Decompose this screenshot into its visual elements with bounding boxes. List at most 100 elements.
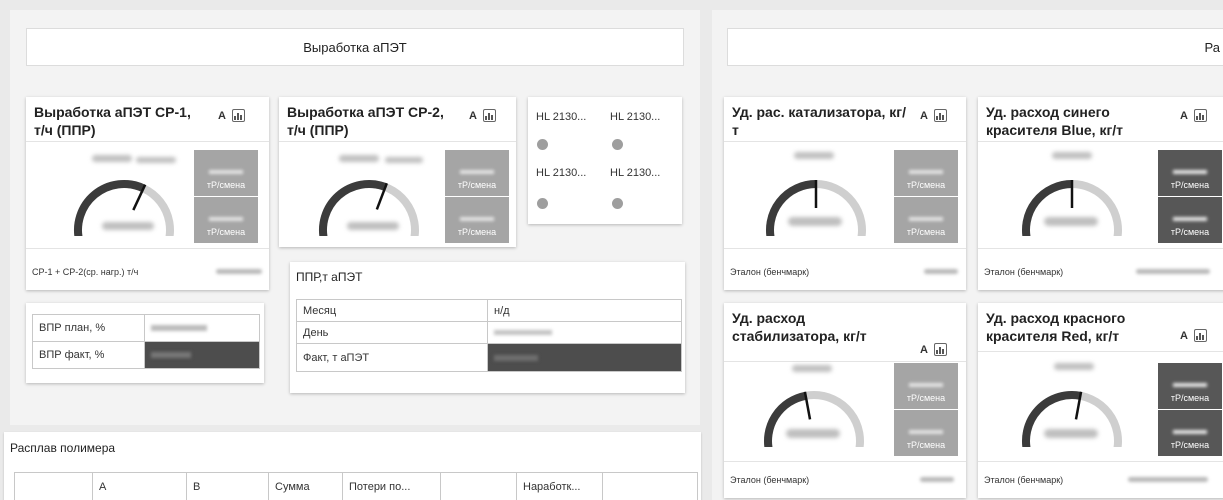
a-toggle-button[interactable]: А <box>218 110 226 122</box>
ppr-row-label: Месяц <box>296 299 488 322</box>
card-ppr: ППР,т аПЭТ Месяц н/д День Факт, т аПЭТ <box>290 262 685 393</box>
chart-icon[interactable] <box>482 109 496 122</box>
chart-icon[interactable] <box>231 109 245 122</box>
ppr-row-value <box>487 343 682 372</box>
hl-item: HL 2130... <box>536 167 587 179</box>
card-cp1-value-blurred <box>136 157 176 163</box>
card-catalyst-value-blurred <box>794 152 834 159</box>
card-blue-gauge-value <box>1044 217 1098 226</box>
card-stabilizer-plan-box: тР/смена <box>894 363 958 409</box>
card-cp1-footer-label: СР-1 + СР-2(ср. нагр.) т/ч <box>32 267 139 277</box>
card-cp2-divider <box>279 141 516 142</box>
table-row: Месяц н/д <box>296 299 682 322</box>
melt-title: Расплав полимера <box>10 441 116 455</box>
card-cp2-gauge-value <box>347 222 399 230</box>
card-red-divider <box>978 351 1223 352</box>
chart-icon[interactable] <box>933 109 947 122</box>
card-cp1-fact-box: тР/смена <box>194 197 258 243</box>
a-toggle-button[interactable]: А <box>469 110 477 122</box>
card-cp2-controls: А <box>469 109 496 122</box>
melt-col-header: Наработк... <box>516 472 603 500</box>
card-cp2-value-blurred <box>339 155 379 162</box>
card-blue-fact-box: тР/смена <box>1158 197 1222 243</box>
card-red-footer-divider <box>978 461 1223 462</box>
card-catalyst: Уд. рас. катализатора, кг/т А тР/смена т… <box>724 97 966 290</box>
card-red-gauge-value <box>1044 429 1098 438</box>
table-row: ВПР план, % <box>32 314 260 342</box>
card-stabilizer-gauge-value <box>786 429 840 438</box>
table-row: ВПР факт, % <box>32 341 260 369</box>
a-toggle-button[interactable]: А <box>1180 110 1188 122</box>
card-cp1-controls: А <box>218 109 245 122</box>
card-blue-plan-box: тР/смена <box>1158 150 1222 196</box>
ppr-title: ППР,т аПЭТ <box>296 270 363 284</box>
a-toggle-button[interactable]: А <box>1180 330 1188 342</box>
card-blue-value-blurred <box>1052 152 1092 159</box>
card-stabilizer-value-blurred <box>792 365 832 372</box>
hl-item: HL 2130... <box>610 111 661 123</box>
melt-col-header: А <box>92 472 187 500</box>
card-catalyst-title: Уд. рас. катализатора, кг/т <box>732 104 906 138</box>
gauge-fill <box>1022 391 1082 447</box>
hl-item: HL 2130... <box>536 111 587 123</box>
a-toggle-button[interactable]: А <box>920 344 928 356</box>
card-hl: HL 2130... HL 2130... HL 2130... HL 2130… <box>528 97 682 224</box>
left-section-header: Выработка аПЭТ <box>26 28 684 66</box>
card-blue: Уд. расход синего красителя Blue, кг/т А… <box>978 97 1223 290</box>
card-blue-title: Уд. расход синего красителя Blue, кг/т <box>986 104 1124 138</box>
card-cp1: Выработка аПЭТ СР-1, т/ч (ППР) А тР/смен… <box>26 97 269 290</box>
card-red-footer-label: Эталон (бенчмарк) <box>984 475 1064 485</box>
a-toggle-button[interactable]: А <box>920 110 928 122</box>
card-cp2: Выработка аПЭТ СР-2, т/ч (ППР) А тР/смен… <box>279 97 516 247</box>
card-cp1-divider <box>26 141 269 142</box>
card-stabilizer-title: Уд. расход стабилизатора, кг/т <box>732 310 867 344</box>
ppr-row-value: н/д <box>487 299 682 322</box>
card-catalyst-footer-divider <box>724 248 966 249</box>
card-stabilizer-footer-value <box>920 477 954 482</box>
card-red-value-blurred <box>1054 363 1094 370</box>
ppr-row-label: Факт, т аПЭТ <box>296 343 488 372</box>
vpr-fact-value <box>144 341 260 369</box>
melt-col-header: Потери по... <box>342 472 441 500</box>
chart-icon[interactable] <box>1193 109 1207 122</box>
card-catalyst-gauge-value <box>788 217 842 226</box>
gauge-fill <box>1022 180 1073 236</box>
hl-status-dot <box>537 198 548 209</box>
card-stabilizer-controls: А <box>920 343 947 356</box>
vpr-plan-value <box>144 314 260 342</box>
card-stabilizer: Уд. расход стабилизатора, кг/т А тР/смен… <box>724 303 966 498</box>
card-cp1-value-blurred <box>92 155 132 162</box>
chart-icon[interactable] <box>1193 329 1207 342</box>
card-blue-footer-label: Эталон (бенчмарк) <box>984 267 1064 277</box>
card-cp2-plan-box: тР/смена <box>445 150 509 196</box>
card-melt: Расплав полимера А В Сумма Потери по... … <box>4 432 701 500</box>
hl-status-dot <box>537 139 548 150</box>
card-catalyst-plan-box: тР/смена <box>894 150 958 196</box>
table-row: День <box>296 321 682 344</box>
card-blue-divider <box>978 141 1223 142</box>
card-blue-gauge <box>1022 180 1122 236</box>
chart-icon[interactable] <box>933 343 947 356</box>
melt-col-header: Сумма <box>268 472 343 500</box>
card-catalyst-divider <box>724 141 966 142</box>
vpr-table: ВПР план, % ВПР факт, % <box>32 314 260 369</box>
card-red-controls: А <box>1180 329 1207 342</box>
card-red: Уд. расход красного красителя Red, кг/т … <box>978 303 1223 498</box>
gauge-fill <box>766 180 817 236</box>
hl-status-dot <box>612 139 623 150</box>
card-catalyst-fact-box: тР/смена <box>894 197 958 243</box>
melt-col-header <box>440 472 517 500</box>
card-catalyst-controls: А <box>920 109 947 122</box>
melt-col-header <box>602 472 698 500</box>
left-section-title: Выработка аПЭТ <box>303 39 407 55</box>
card-red-footer-value <box>1128 477 1208 482</box>
card-catalyst-gauge <box>766 180 866 236</box>
card-catalyst-footer-label: Эталон (бенчмарк) <box>730 267 810 277</box>
card-cp1-plan-box: тР/смена <box>194 150 258 196</box>
card-stabilizer-footer-label: Эталон (бенчмарк) <box>730 475 810 485</box>
card-cp1-gauge-value <box>102 222 154 230</box>
card-cp2-value-blurred <box>385 157 423 163</box>
table-row: А В Сумма Потери по... Наработк... <box>14 472 698 500</box>
vpr-plan-label: ВПР план, % <box>32 314 145 342</box>
card-cp1-title: Выработка аПЭТ СР-1, т/ч (ППР) <box>34 104 191 138</box>
